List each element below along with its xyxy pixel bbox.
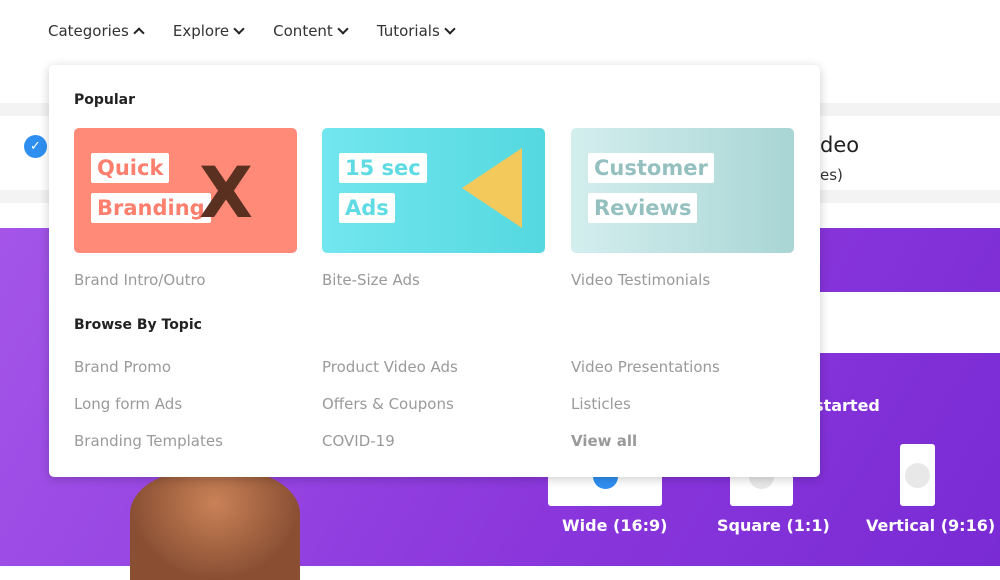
card-tag: Reviews: [588, 193, 698, 223]
categories-dropdown: Popular Quick Branding X 15 sec Ads Cust…: [49, 65, 820, 477]
card-bite-size-ads[interactable]: 15 sec Ads: [322, 128, 545, 253]
video-subtitle: es): [820, 166, 843, 184]
chevron-down-icon: [233, 23, 245, 35]
hero-input-bar[interactable]: [800, 292, 1000, 353]
donut-x-image: X: [199, 152, 253, 234]
card-label[interactable]: Video Testimonials: [571, 271, 710, 289]
video-title: deo: [820, 133, 860, 157]
nav-categories[interactable]: Categories: [48, 22, 145, 40]
topic-link[interactable]: Listicles: [571, 395, 631, 413]
ratio-label: Square (1:1): [717, 516, 830, 535]
cat-image: [130, 470, 300, 580]
topic-link[interactable]: Product Video Ads: [322, 358, 458, 376]
megaphone-image: [462, 148, 522, 228]
top-nav: Categories Explore Content Tutorials: [48, 22, 484, 40]
nav-label: Content: [273, 22, 333, 40]
view-all-link[interactable]: View all: [571, 432, 637, 450]
popular-heading: Popular: [74, 92, 136, 108]
topic-link[interactable]: COVID-19: [322, 432, 395, 450]
nav-explore[interactable]: Explore: [172, 22, 245, 40]
chevron-down-icon: [444, 23, 456, 35]
nav-tutorials[interactable]: Tutorials: [376, 22, 456, 40]
card-tag: Customer: [588, 153, 714, 183]
card-brand-intro[interactable]: Quick Branding X: [74, 128, 297, 253]
chevron-up-icon: [133, 27, 145, 39]
card-label[interactable]: Bite-Size Ads: [322, 271, 420, 289]
card-tag: 15 sec: [339, 153, 427, 183]
radio-icon: [905, 463, 930, 488]
card-tag: Branding: [91, 193, 211, 223]
ratio-vertical[interactable]: [900, 444, 935, 506]
card-video-testimonials[interactable]: Customer Reviews: [571, 128, 794, 253]
topic-link[interactable]: Video Presentations: [571, 358, 720, 376]
topic-link[interactable]: Brand Promo: [74, 358, 171, 376]
card-tag: Quick: [91, 153, 170, 183]
nav-content[interactable]: Content: [273, 22, 349, 40]
card-label[interactable]: Brand Intro/Outro: [74, 271, 206, 289]
ratio-label: Vertical (9:16): [866, 516, 996, 535]
check-icon[interactable]: ✓: [24, 135, 47, 158]
nav-label: Explore: [172, 22, 230, 40]
topic-link[interactable]: Branding Templates: [74, 432, 223, 450]
chevron-down-icon: [337, 23, 349, 35]
card-tag: Ads: [339, 193, 395, 223]
nav-label: Categories: [48, 22, 129, 40]
topic-link[interactable]: Offers & Coupons: [322, 395, 454, 413]
ratio-label: Wide (16:9): [562, 516, 668, 535]
nav-label: Tutorials: [376, 22, 440, 40]
topic-heading: Browse By Topic: [74, 317, 202, 333]
topic-link[interactable]: Long form Ads: [74, 395, 182, 413]
